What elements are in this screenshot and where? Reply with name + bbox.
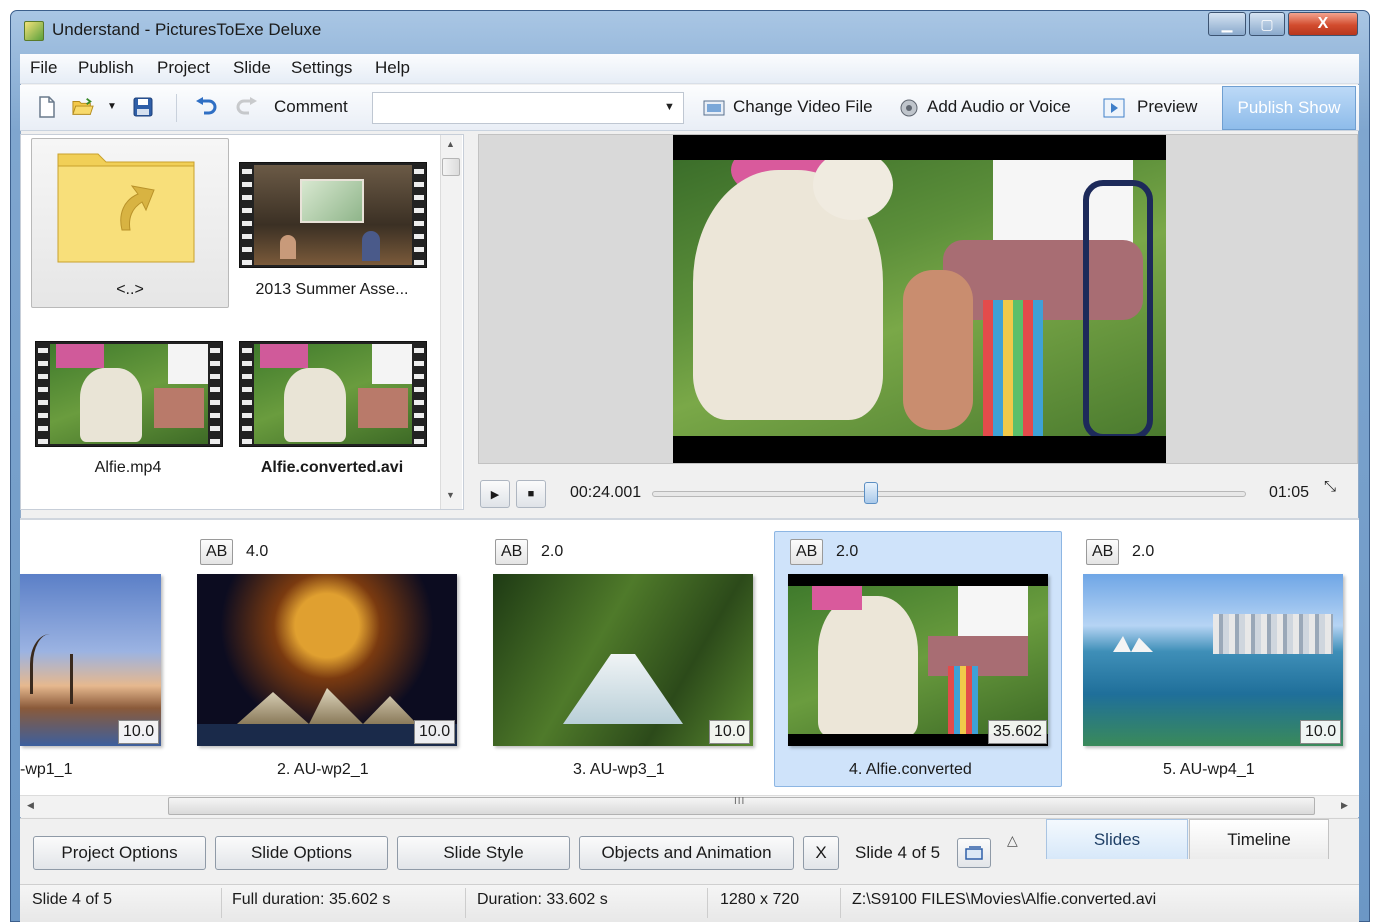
slide-duration: 35.602 (988, 720, 1047, 744)
scroll-up-icon[interactable]: ▲ (446, 139, 455, 149)
transition-duration[interactable]: 2.0 (1132, 543, 1154, 561)
scroll-down-icon[interactable]: ▼ (446, 490, 455, 500)
preview-icon (1103, 97, 1125, 119)
status-divider (840, 888, 841, 918)
video-file-icon (703, 97, 725, 119)
file-thumbnail-alfie-converted[interactable] (239, 341, 427, 447)
scroll-right-icon[interactable]: ▶ (1341, 800, 1348, 811)
file-browser-scrollbar[interactable] (440, 135, 462, 509)
comment-select[interactable] (372, 92, 684, 124)
close-button[interactable]: X (1288, 12, 1358, 36)
total-time: 01:05 (1269, 484, 1310, 501)
file-name: 2013 Summer Asse... (255, 281, 409, 298)
tab-timeline[interactable]: Timeline (1189, 819, 1329, 859)
new-file-icon[interactable] (36, 96, 58, 118)
status-resolution: 1280 x 720 (720, 891, 800, 908)
chevron-down-icon[interactable]: ▼ (664, 101, 675, 113)
publish-show-button[interactable]: Publish Show (1222, 86, 1356, 130)
open-folder-icon[interactable] (72, 96, 94, 118)
menu-publish[interactable]: Publish (78, 58, 134, 78)
slide-duration: 10.0 (1300, 720, 1342, 744)
menu-project[interactable]: Project (157, 58, 210, 78)
file-thumbnail-alfie-mp4[interactable] (35, 341, 223, 447)
change-video-button[interactable]: Change Video File (733, 97, 873, 117)
status-divider (707, 888, 708, 918)
transition-duration[interactable]: 4.0 (246, 543, 268, 561)
stop-button[interactable]: ■ (516, 480, 546, 508)
play-icon: ▶ (490, 488, 500, 501)
fullscreen-icon[interactable]: ⤡ (1324, 479, 1336, 494)
slide-name: 3. AU-wp3_1 (573, 761, 665, 778)
status-divider (465, 888, 466, 918)
transition-duration[interactable]: 2.0 (541, 543, 563, 561)
menu-slide[interactable]: Slide (233, 58, 271, 78)
maximize-icon: ▢ (1260, 15, 1274, 32)
status-file-path: Z:\S9100 FILES\Movies\Alfie.converted.av… (852, 891, 1157, 908)
transition-ab-badge[interactable]: AB (790, 539, 824, 565)
app-icon (24, 21, 44, 41)
toolbar-divider (176, 94, 177, 122)
slide-duration: 10.0 (118, 720, 160, 744)
undo-icon[interactable] (195, 96, 217, 118)
file-thumbnail-summer[interactable] (239, 162, 427, 268)
status-divider (221, 888, 222, 918)
maximize-button[interactable]: ▢ (1249, 12, 1285, 36)
slide-style-button[interactable]: Slide Style (397, 836, 570, 870)
slide-duration: 10.0 (414, 720, 456, 744)
transition-ab-badge[interactable]: AB (200, 539, 234, 565)
file-name: Alfie.mp4 (94, 459, 162, 476)
slide-name: 4. Alfie.converted (849, 761, 972, 778)
seek-thumb[interactable] (864, 482, 878, 504)
objects-animation-button[interactable]: Objects and Animation (579, 836, 794, 870)
slide-list-icon (965, 846, 983, 860)
transition-ab-badge[interactable]: AB (495, 539, 529, 565)
comment-label: Comment (274, 97, 348, 116)
slide-counter: Slide 4 of 5 (855, 843, 941, 862)
window-title: Understand - PicturesToExe Deluxe (52, 20, 322, 39)
scroll-left-icon[interactable]: ◀ (27, 800, 34, 811)
slide-name: 2. AU-wp2_1 (277, 761, 369, 778)
tab-slides[interactable]: Slides (1046, 819, 1188, 859)
folder-icon (56, 146, 198, 271)
open-dropdown-icon[interactable]: ▼ (107, 101, 117, 112)
slide-duration: 10.0 (709, 720, 751, 744)
preview-button[interactable]: Preview (1137, 97, 1197, 117)
preview-frame-image (673, 160, 1166, 436)
slide-list-button[interactable] (957, 838, 991, 868)
slide-name: -wp1_1 (20, 761, 73, 778)
redo-icon[interactable] (236, 96, 258, 118)
save-icon[interactable] (132, 96, 154, 118)
menu-bar (20, 54, 1359, 84)
file-name-selected: Alfie.converted.avi (260, 459, 404, 476)
audio-icon (898, 97, 920, 119)
project-options-button[interactable]: Project Options (33, 836, 206, 870)
play-button[interactable]: ▶ (480, 480, 510, 508)
minimize-button[interactable]: ▁ (1208, 12, 1246, 36)
status-full-duration: Full duration: 35.602 s (232, 891, 391, 908)
add-audio-button[interactable]: Add Audio or Voice (927, 97, 1071, 117)
stop-icon: ■ (527, 488, 535, 500)
close-slide-button[interactable]: X (803, 836, 839, 870)
scroll-grip-icon: III (734, 796, 746, 807)
transition-duration[interactable]: 2.0 (836, 543, 858, 561)
transition-ab-badge[interactable]: AB (1086, 539, 1120, 565)
close-icon: X (1317, 15, 1329, 32)
file-name: <..> (116, 281, 144, 298)
scroll-thumb[interactable] (442, 158, 460, 176)
minimize-icon: ▁ (1221, 15, 1233, 32)
collapse-up-icon[interactable]: △ (1007, 832, 1018, 849)
menu-settings[interactable]: Settings (291, 58, 352, 78)
current-time: 00:24.001 (570, 484, 642, 501)
status-slide: Slide 4 of 5 (32, 891, 113, 908)
slide-name: 5. AU-wp4_1 (1163, 761, 1255, 778)
menu-file[interactable]: File (30, 58, 57, 78)
slide-options-button[interactable]: Slide Options (215, 836, 388, 870)
seek-slider[interactable] (652, 491, 1246, 497)
menu-help[interactable]: Help (375, 58, 410, 78)
status-duration: Duration: 33.602 s (477, 891, 608, 908)
